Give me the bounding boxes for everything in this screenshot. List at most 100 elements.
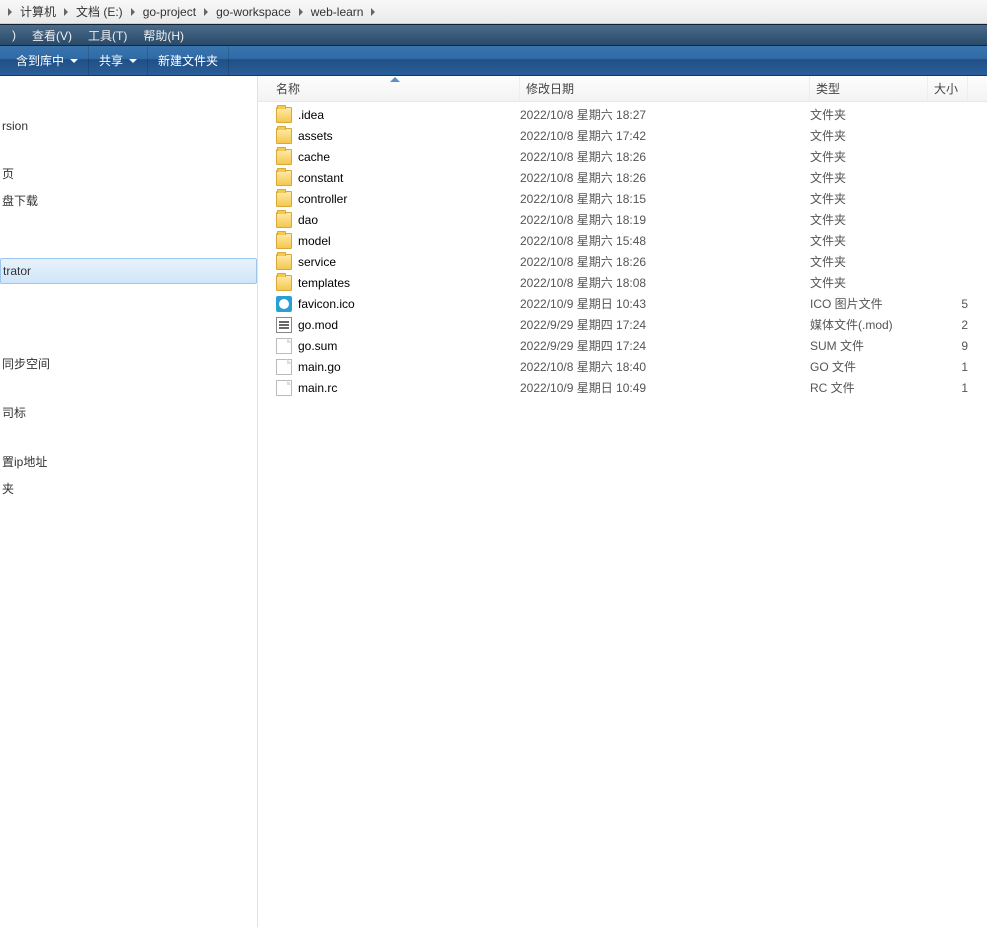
file-size-cell: 9 (928, 339, 968, 353)
file-row[interactable]: .idea2022/10/8 星期六 18:27文件夹 (270, 104, 987, 125)
file-row[interactable]: main.rc2022/10/9 星期日 10:49RC 文件1 (270, 377, 987, 398)
column-header-type[interactable]: 类型 (810, 76, 928, 101)
file-type-cell: 文件夹 (810, 148, 928, 165)
file-date-cell: 2022/9/29 星期四 17:24 (520, 316, 810, 333)
sidebar-item[interactable]: 盘下载 (0, 187, 257, 214)
file-type-cell: 文件夹 (810, 232, 928, 249)
folder-icon (276, 191, 292, 207)
file-name-cell: .idea (270, 107, 520, 123)
file-row[interactable]: model2022/10/8 星期六 15:48文件夹 (270, 230, 987, 251)
column-header-size[interactable]: 大小 (928, 76, 968, 101)
file-name-cell: model (270, 233, 520, 249)
include-in-library-button[interactable]: 含到库中 (6, 46, 89, 75)
sidebar-spacer (0, 377, 257, 399)
sidebar-item[interactable] (0, 82, 257, 92)
file-type-cell: 媒体文件(.mod) (810, 316, 928, 333)
file-row[interactable]: controller2022/10/8 星期六 18:15文件夹 (270, 188, 987, 209)
file-row[interactable]: cache2022/10/8 星期六 18:26文件夹 (270, 146, 987, 167)
breadcrumb-segment[interactable]: go-project (141, 0, 198, 23)
sidebar-item[interactable]: 夹 (0, 475, 257, 502)
file-name-label: constant (298, 171, 343, 185)
sidebar-item[interactable]: 司标 (0, 399, 257, 426)
column-header-name[interactable]: 名称 (270, 76, 520, 101)
share-label: 共享 (99, 52, 123, 69)
file-type-cell: 文件夹 (810, 106, 928, 123)
breadcrumb-segment[interactable]: go-workspace (214, 0, 293, 23)
file-type-cell: 文件夹 (810, 211, 928, 228)
column-name-label: 名称 (276, 80, 300, 97)
file-date-cell: 2022/9/29 星期四 17:24 (520, 337, 810, 354)
file-size-cell: 5 (928, 297, 968, 311)
column-type-label: 类型 (816, 80, 840, 97)
sidebar: rsion 页盘下载 trator 同步空间司标置ip地址夹 (0, 76, 258, 927)
folder-icon (276, 170, 292, 186)
file-name-label: go.mod (298, 318, 338, 332)
sidebar-item[interactable]: trator (0, 258, 257, 284)
menubar: )查看(V)工具(T)帮助(H) (0, 24, 987, 46)
file-type-cell: 文件夹 (810, 169, 928, 186)
file-name-cell: favicon.ico (270, 296, 520, 312)
sidebar-spacer (0, 214, 257, 236)
file-row[interactable]: favicon.ico2022/10/9 星期日 10:43ICO 图片文件5 (270, 293, 987, 314)
folder-icon (276, 233, 292, 249)
chevron-right-icon (371, 8, 375, 16)
folder-icon (276, 275, 292, 291)
file-date-cell: 2022/10/8 星期六 18:15 (520, 190, 810, 207)
file-icon (276, 359, 292, 375)
sidebar-item[interactable]: 同步空间 (0, 350, 257, 377)
sidebar-spacer (0, 138, 257, 160)
file-row[interactable]: assets2022/10/8 星期六 17:42文件夹 (270, 125, 987, 146)
chevron-right-icon (64, 8, 68, 16)
file-size-cell: 2 (928, 318, 968, 332)
file-date-cell: 2022/10/8 星期六 17:42 (520, 127, 810, 144)
column-header-date[interactable]: 修改日期 (520, 76, 810, 101)
sidebar-spacer (0, 426, 257, 448)
chevron-right-icon (8, 8, 12, 16)
file-date-cell: 2022/10/8 星期六 18:26 (520, 169, 810, 186)
sidebar-item[interactable]: 页 (0, 160, 257, 187)
file-name-label: templates (298, 276, 350, 290)
file-row[interactable]: go.sum2022/9/29 星期四 17:24SUM 文件9 (270, 335, 987, 356)
file-name-cell: cache (270, 149, 520, 165)
file-name-cell: dao (270, 212, 520, 228)
breadcrumb-segment[interactable]: 文档 (E:) (74, 0, 125, 23)
folder-icon (276, 149, 292, 165)
file-type-cell: 文件夹 (810, 253, 928, 270)
file-row[interactable]: go.mod 2022/9/29 星期四 17:24媒体文件(.mod)2 (270, 314, 987, 335)
sidebar-item[interactable]: rsion (0, 114, 257, 138)
menu-item[interactable]: 帮助(H) (135, 25, 192, 46)
file-row[interactable]: dao2022/10/8 星期六 18:19文件夹 (270, 209, 987, 230)
menu-item[interactable]: 查看(V) (24, 25, 80, 46)
breadcrumb-segment[interactable]: 计算机 (18, 0, 58, 23)
file-type-cell: GO 文件 (810, 358, 928, 375)
menu-item[interactable]: ) (4, 26, 24, 44)
share-button[interactable]: 共享 (89, 46, 148, 75)
file-name-label: favicon.ico (298, 297, 355, 311)
sort-ascending-icon (390, 77, 400, 82)
folder-icon (276, 107, 292, 123)
file-icon (276, 338, 292, 354)
file-date-cell: 2022/10/8 星期六 18:19 (520, 211, 810, 228)
mod-icon (276, 317, 292, 333)
new-folder-button[interactable]: 新建文件夹 (148, 46, 229, 75)
file-row[interactable]: service2022/10/8 星期六 18:26文件夹 (270, 251, 987, 272)
breadcrumb-segment[interactable]: web-learn (309, 0, 366, 23)
sidebar-spacer (0, 236, 257, 258)
file-date-cell: 2022/10/9 星期日 10:49 (520, 379, 810, 396)
chevron-right-icon (204, 8, 208, 16)
file-row[interactable]: templates2022/10/8 星期六 18:08文件夹 (270, 272, 987, 293)
file-name-cell: main.go (270, 359, 520, 375)
menu-item[interactable]: 工具(T) (80, 25, 135, 46)
new-folder-label: 新建文件夹 (158, 52, 218, 69)
sidebar-item[interactable]: 置ip地址 (0, 448, 257, 475)
file-date-cell: 2022/10/8 星期六 15:48 (520, 232, 810, 249)
file-type-cell: RC 文件 (810, 379, 928, 396)
breadcrumb: 计算机文档 (E:) go-project go-workspace web-lear… (0, 0, 987, 24)
chevron-right-icon (131, 8, 135, 16)
column-size-label: 大小 (934, 80, 958, 97)
file-type-cell: 文件夹 (810, 274, 928, 291)
file-date-cell: 2022/10/8 星期六 18:26 (520, 253, 810, 270)
file-row[interactable]: constant 2022/10/8 星期六 18:26文件夹 (270, 167, 987, 188)
file-row[interactable]: main.go2022/10/8 星期六 18:40GO 文件1 (270, 356, 987, 377)
file-name-label: .idea (298, 108, 324, 122)
